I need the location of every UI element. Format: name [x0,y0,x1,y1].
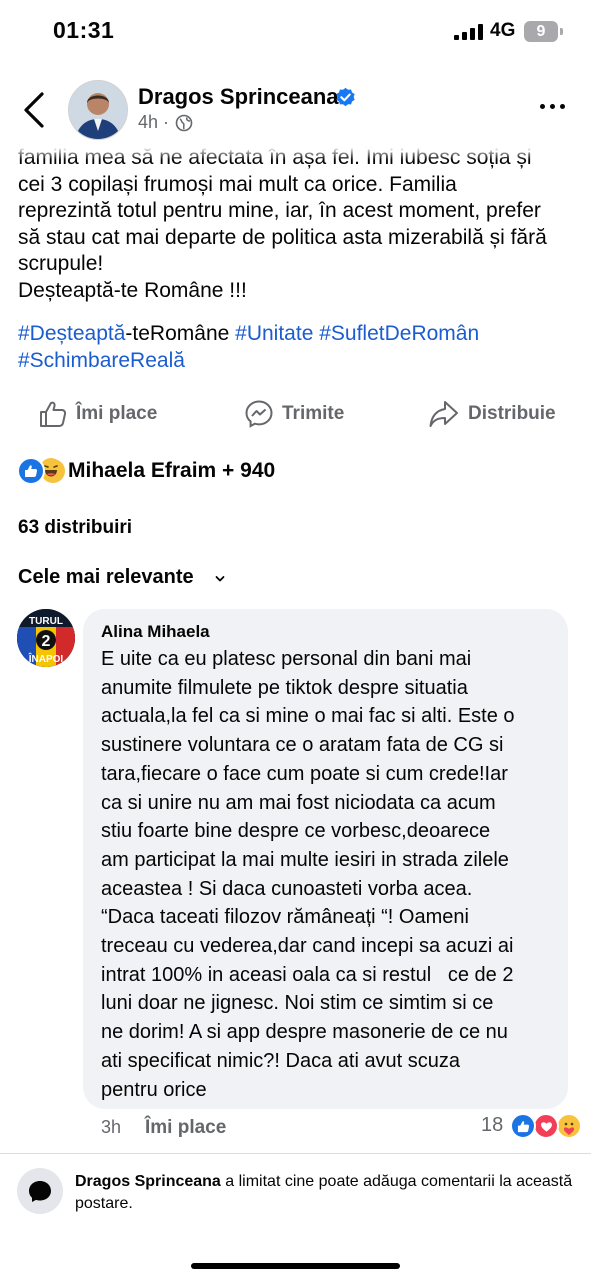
comment-line: E uite ca eu platesc personal din bani m… [101,648,472,670]
comment-line: luni doar ne jignesc. Noi stim ce simtim… [101,992,494,1015]
hashtag-suffix: -teRomâne [125,322,230,345]
avatar-photo-icon [69,81,127,139]
comment-time[interactable]: 3h [101,1117,121,1138]
like-label: Îmi place [76,403,158,424]
reaction-icons[interactable] [17,456,67,486]
comment-line: ca si unire nu am mai fost niciodata ca … [101,791,496,814]
comment-text: E uite ca eu platesc personal din bani m… [101,645,556,1104]
reaction-summary[interactable]: Mihaela Efraim + 940 [68,459,275,483]
battery-tip [560,28,563,35]
like-reaction-icon [17,457,45,485]
send-button[interactable]: Trimite [244,396,344,432]
like-button[interactable]: Îmi place [38,396,157,432]
home-indicator[interactable] [191,1263,400,1269]
globe-icon [175,114,193,132]
turul-2-logo-icon: TURUL 2 ÎNAPOI [17,609,75,667]
comment-line: “Daca taceati filozov rămâneați “! Oamen… [101,906,469,929]
comment-line: am participat la mai multe iesiri in str… [101,848,509,871]
comment-line: pentru orice [101,1078,207,1101]
back-arrow-icon[interactable] [20,90,50,130]
love-reaction-icon [533,1113,559,1139]
share-button[interactable]: Distribuie [428,396,556,432]
comment-line: ne dorim! A si app despre masonerie de c… [101,1021,508,1044]
svg-text:2: 2 [42,633,51,650]
messenger-icon [245,400,273,428]
post-line: să stau cat mai departe de politica asta… [18,225,547,249]
comment-line: tara,fiecare o face cum poate si cum cre… [101,762,508,785]
share-count[interactable]: 63 distribuiri [18,517,132,539]
status-time: 01:31 [53,17,115,43]
post-line: scrupule! [18,252,104,275]
comment-line: treceau cu vederea,dar cand incepi sa ac… [101,935,514,958]
comment-line: aceastea ! Si daca cunoasteti vorba acea… [101,877,473,900]
more-options-icon[interactable] [540,96,570,114]
post-timestamp[interactable]: 4h · [138,112,169,133]
share-label: Distribuie [468,403,556,424]
timestamp-text: 4h [138,112,159,132]
comment-line: actuala,la fel ca si mine o mai fac si a… [101,705,515,728]
hashtag-link[interactable]: #Unitate [235,322,313,345]
share-arrow-icon [429,401,458,427]
like-reaction-icon [510,1113,536,1139]
page-name[interactable]: Dragos Sprinceana [138,84,339,110]
svg-text:ÎNAPOI: ÎNAPOI [28,652,64,665]
comment-reaction-count[interactable]: 18 [481,1114,503,1137]
comment-line: intrat 100% in aceasi oala ca si restul … [101,963,514,986]
scroll-fade [0,140,591,160]
hashtag-link[interactable]: #SufletDeRomân [319,322,479,345]
comment-line: ati specificat nimic?! Daca ati avut scu… [101,1049,461,1072]
hashtag-link[interactable]: #Deșteaptă [18,322,125,345]
page-avatar[interactable] [68,80,128,140]
thumbs-up-icon [40,401,67,427]
commenter-avatar[interactable]: TURUL 2 ÎNAPOI [17,609,75,667]
hashtag-link[interactable]: #SchimbareReală [18,349,185,372]
network-type: 4G [490,20,516,41]
send-label: Trimite [282,403,345,424]
comment-like-button[interactable]: Îmi place [145,1117,226,1139]
divider [0,1153,591,1154]
timestamp-separator: · [163,112,170,132]
notice-page-name[interactable]: Dragos Sprinceana [75,1173,221,1190]
comment-line: anumite filmulete pe tiktok despre situa… [101,676,468,699]
post-body: familia mea să ne afectata în așa fel. Î… [18,145,583,304]
post-line: reprezintă totul pentru mine, iar, în ac… [18,199,541,222]
comment-bubble-icon [29,1181,51,1202]
comment-limit-notice: Dragos Sprinceana a limitat cine poate a… [75,1171,575,1215]
notice-avatar [17,1168,63,1214]
post-hashtags: #Deșteaptă-teRomâne #Unitate #SufletDeRo… [18,321,583,374]
signal-icon [454,24,483,40]
post-line: cei 3 copilași frumoși mai mult ca orice… [18,172,457,196]
comment-author[interactable]: Alina Mihaela [101,622,210,642]
comment-line: sustinere voluntara ce o aratam fata de … [101,734,504,757]
care-reaction-icon [556,1113,582,1139]
battery-icon: 9 [524,21,558,42]
post-line: Deșteaptă-te Române !!! [18,278,247,302]
chevron-down-icon[interactable] [214,573,226,585]
svg-text:TURUL: TURUL [29,616,63,627]
comment-sort-dropdown[interactable]: Cele mai relevante [18,566,194,589]
verified-badge-icon [336,87,355,107]
comment-line: stiu foarte bine despre ce vorbesc,deoar… [101,820,491,843]
